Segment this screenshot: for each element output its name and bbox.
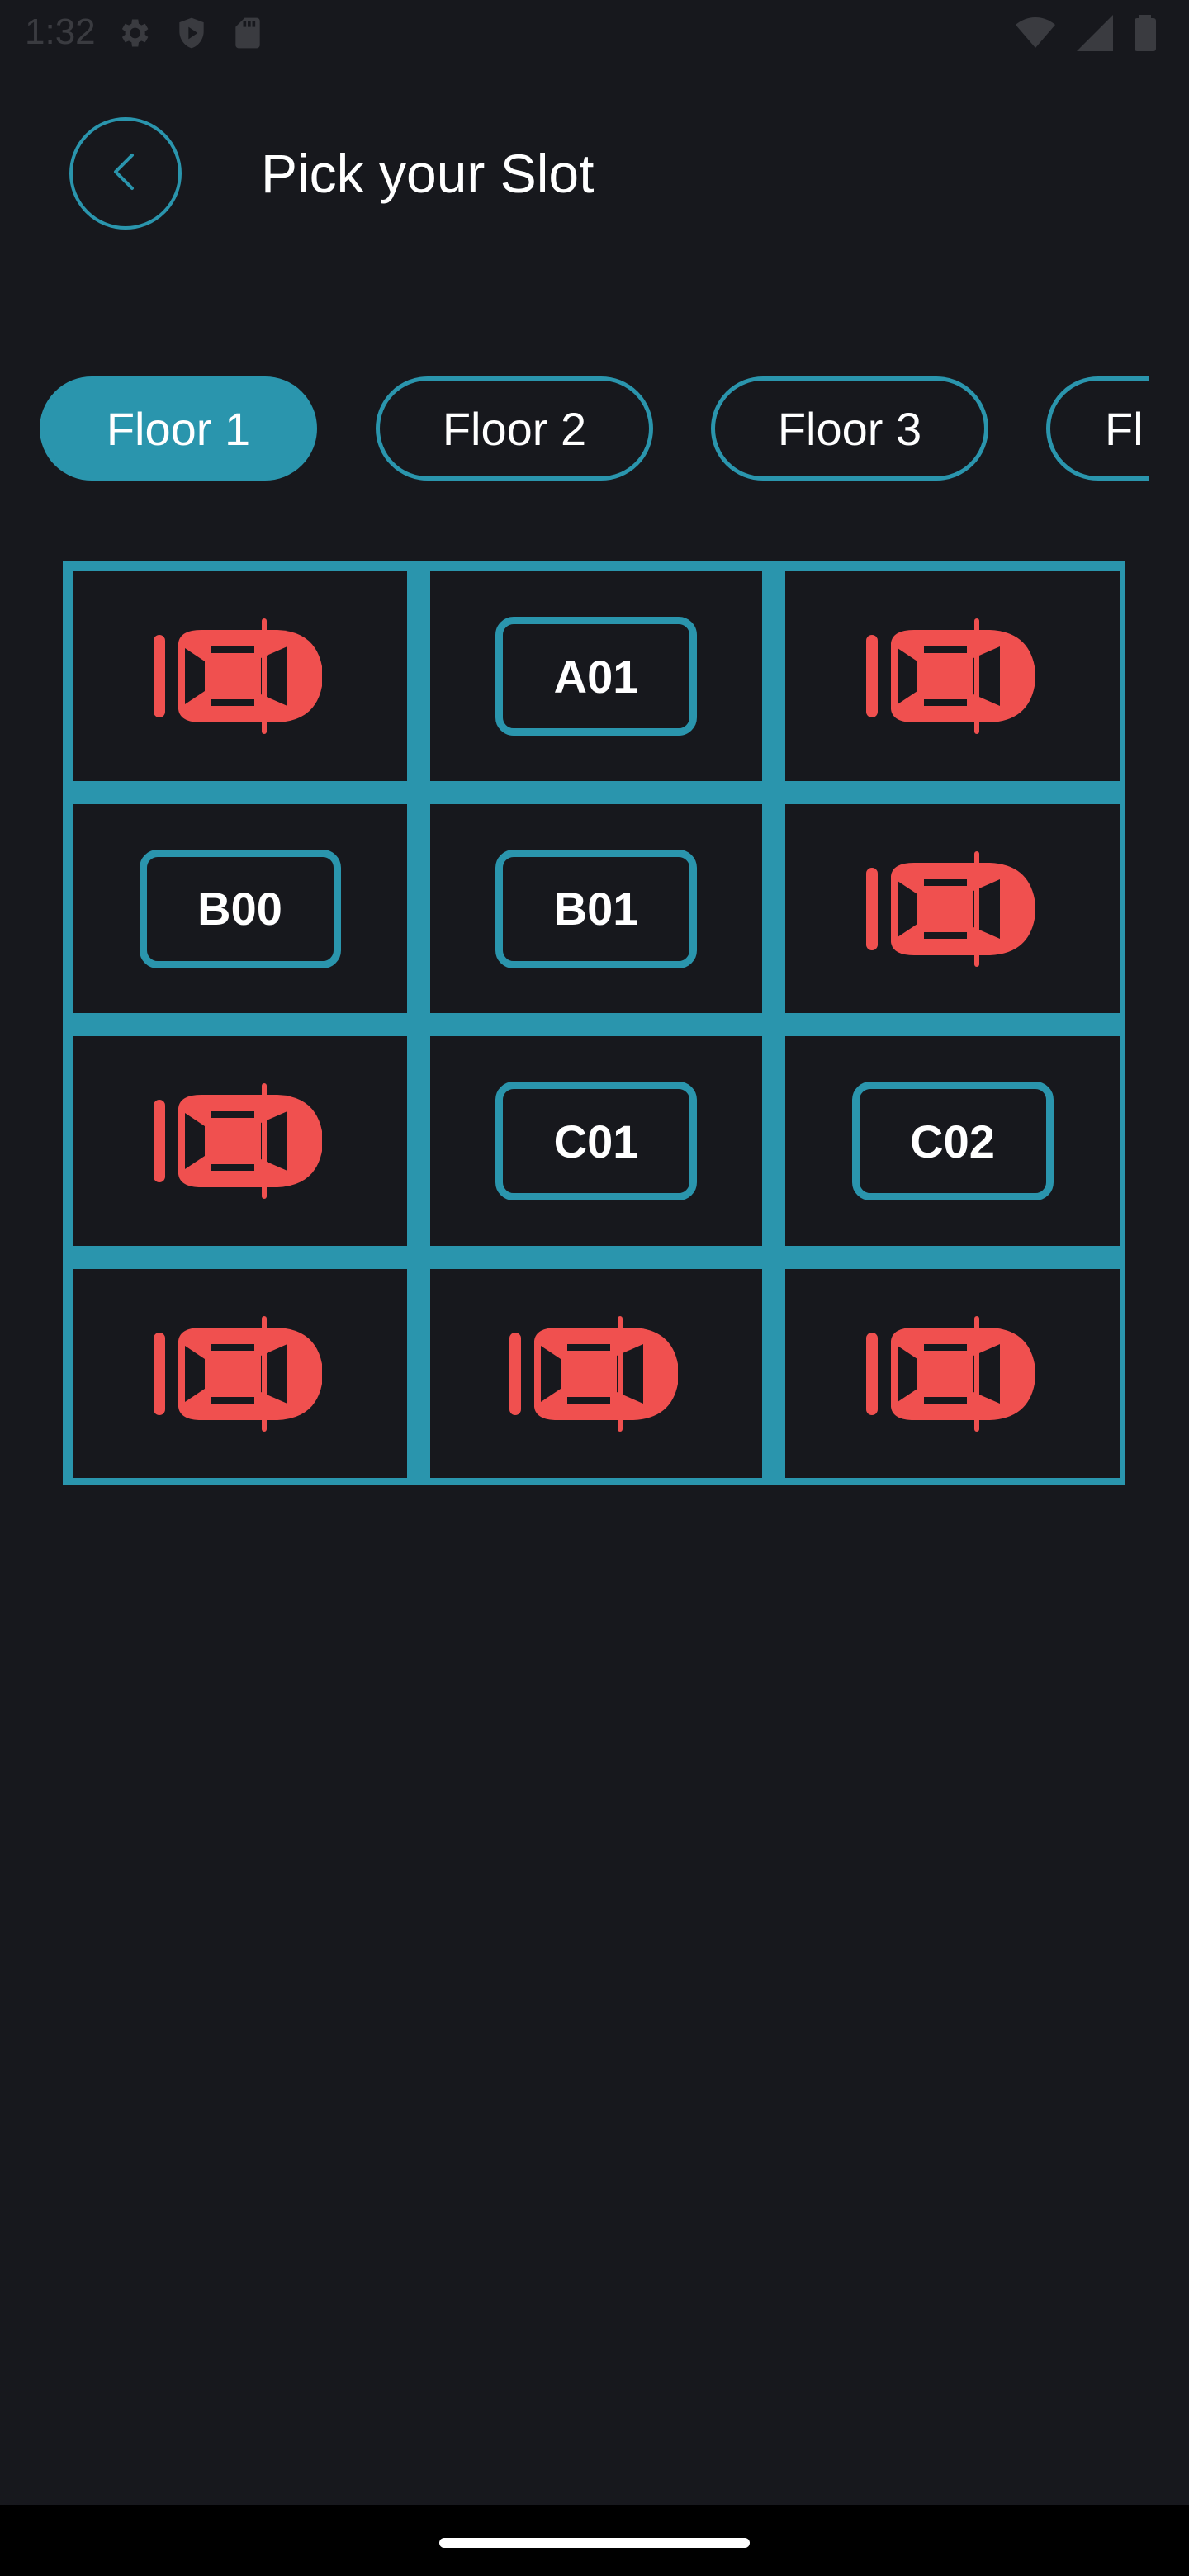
parking-slot-cell (430, 1269, 762, 1478)
occupied-car-icon (865, 1315, 1040, 1432)
occupied-car-icon (865, 618, 1040, 734)
shield-play-icon (173, 15, 210, 51)
parking-grid: A01 B00 B01 C01 C02 (63, 561, 1125, 1485)
occupied-car-icon (865, 850, 1040, 967)
parking-slot-cell (785, 804, 1120, 1013)
tab-floor-1[interactable]: Floor 1 (40, 376, 317, 481)
status-icons-right (1016, 15, 1156, 51)
slot-button[interactable]: C01 (495, 1082, 697, 1200)
page-title: Pick your Slot (261, 143, 594, 204)
slot-button[interactable]: B01 (495, 849, 697, 968)
parking-slot-cell[interactable]: B01 (430, 804, 762, 1013)
navigation-bar (0, 2505, 1189, 2576)
parking-slot-cell (73, 1269, 407, 1478)
parking-slot-cell[interactable]: A01 (430, 571, 762, 781)
floor-tabs: Floor 1 Floor 2 Floor 3 Fl (0, 376, 1149, 481)
occupied-car-icon (153, 618, 327, 734)
signal-icon (1077, 15, 1113, 51)
status-time: 1:32 (25, 12, 96, 52)
parking-slot-cell (73, 1036, 407, 1246)
parking-slot-cell (785, 1269, 1120, 1478)
parking-slot-cell[interactable]: C02 (785, 1036, 1120, 1246)
battery-icon (1135, 15, 1156, 51)
occupied-car-icon (509, 1315, 683, 1432)
wifi-icon (1016, 15, 1055, 51)
sd-card-icon (231, 15, 264, 51)
status-icons-left (116, 15, 264, 51)
parking-slot-cell (785, 571, 1120, 781)
occupied-car-icon (153, 1083, 327, 1199)
occupied-car-icon (153, 1315, 327, 1432)
tab-floor-4[interactable]: Fl (1046, 376, 1149, 481)
parking-slot-cell[interactable]: B00 (73, 804, 407, 1013)
slot-button[interactable]: B00 (139, 849, 341, 968)
chevron-left-icon (101, 147, 150, 201)
parking-slot-cell (73, 571, 407, 781)
back-button[interactable] (69, 117, 182, 230)
status-bar: 1:32 (0, 0, 1189, 69)
gear-icon (116, 15, 152, 51)
tab-floor-3[interactable]: Floor 3 (711, 376, 988, 481)
slot-button[interactable]: A01 (495, 617, 697, 736)
home-indicator[interactable] (439, 2538, 750, 2548)
parking-slot-cell[interactable]: C01 (430, 1036, 762, 1246)
tab-floor-2[interactable]: Floor 2 (376, 376, 653, 481)
slot-button[interactable]: C02 (851, 1082, 1054, 1200)
